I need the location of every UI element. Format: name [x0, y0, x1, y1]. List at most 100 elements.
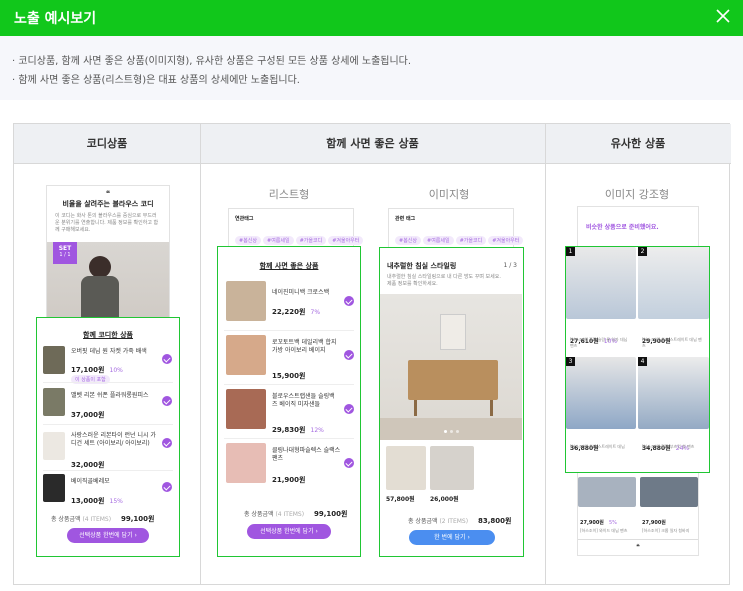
- item-price: 37,000원: [71, 411, 105, 419]
- image-panel-description: 내추럴한 침실 스타일링으로 내 다른 방도 꾸며 보세요. 제품 정보를 확인…: [387, 274, 501, 287]
- list-item[interactable]: 1 27,610원 10% [하스조이] 쪼쪼 슬림 롱 일자 데님 팬츠: [566, 247, 637, 357]
- list-item[interactable]: 3 36,880원 [하스조이] 하이 스트레이트 데님: [566, 357, 637, 472]
- column-divider: [545, 124, 546, 584]
- list-item[interactable]: 2 29,900원 [하스조이] 하스 스트레이트 데님 팬츠: [638, 247, 709, 357]
- codi-items-panel: 함께 코디한 상품 오버핏 데님 원 자켓 가죽 배색 17,100원 10% …: [36, 317, 180, 557]
- hashtag[interactable]: #가을코디: [295, 236, 327, 245]
- column-header-codi: 코디상품: [14, 124, 200, 164]
- product-thumbnail[interactable]: [430, 446, 474, 490]
- item-price: 32,000원: [71, 461, 105, 469]
- list-item[interactable]: 클링나대형파슬렉스 슬랙스 팬츠 21,900원: [226, 443, 356, 487]
- add-all-button[interactable]: 선택상품 한번에 담기 ›: [247, 524, 331, 539]
- check-icon[interactable]: [344, 458, 354, 468]
- item-price: 21,900원: [272, 476, 306, 484]
- product-thumbnail: [566, 247, 636, 319]
- list-item[interactable]: 로꼬토트백 데일리백 합지가방 아이보리 베이지 15,900원: [226, 335, 356, 380]
- item-discount: 15%: [109, 498, 123, 505]
- item-description: [하스조이] 쪼쪼 슬림 롱 일자 데님 팬츠: [570, 337, 628, 348]
- item-price: 26,000원: [430, 496, 459, 503]
- divider: [224, 384, 354, 385]
- tag-card: 관련 태그 #봄신상 #여름세일 #가을코디 #겨울아우터: [388, 208, 524, 248]
- modal-title: 노출 예시보기: [14, 11, 97, 27]
- list-item[interactable]: 네이진미니백 크로스백 22,220원 7%: [226, 281, 356, 325]
- product-thumbnail: [566, 357, 636, 429]
- subtitle-similar-type: 이미지 강조형: [604, 188, 670, 201]
- product-thumbnail[interactable]: [578, 477, 636, 507]
- product-thumbnail: [226, 443, 266, 483]
- similar-extra-row: [578, 477, 698, 507]
- list-item[interactable]: 밸벳 리본 쉬폰 플라워롱원피스 37,000원: [43, 388, 173, 424]
- tag-card-title: 관련 태그: [395, 216, 416, 222]
- total-row: 총 상품금액 (4 ITEMS) 99,100원: [244, 509, 347, 519]
- add-all-button[interactable]: 한 번에 담기 ›: [409, 530, 495, 545]
- item-price: 27,900원: [580, 520, 604, 526]
- check-icon[interactable]: [344, 350, 354, 360]
- total-price: 83,800원: [477, 517, 512, 525]
- similar-grid-panel: 1 27,610원 10% [하스조이] 쪼쪼 슬림 롱 일자 데님 팬츠 2 …: [565, 246, 710, 473]
- similar-heading: 비슷한 상품으로 준비했어요.: [586, 224, 659, 231]
- item-description: [하스조이] 크롭 일자 청바지: [642, 528, 690, 533]
- list-item[interactable]: 사랑스러운 리본타이 런넌 니시 가디건 세트 (아이보리/ 아이보리) 32,…: [43, 430, 173, 469]
- item-price: 29,830원: [272, 426, 306, 434]
- item-description: [하스조이] 와이드 데님 팬츠: [580, 528, 628, 533]
- product-thumbnail: [43, 474, 65, 502]
- modal-header: 노출 예시보기: [0, 0, 743, 36]
- item-price: 15,900원: [272, 372, 306, 380]
- check-icon[interactable]: [162, 482, 172, 492]
- hashtag[interactable]: #여름세일: [423, 236, 454, 245]
- preview-table: 코디상품 함께 사면 좋은 상품 유사한 상품 ❝ 비율을 살려주는 블라우스 …: [13, 123, 731, 585]
- tag-list: #봄신상 #여름세일 #가을코디 #겨울아우터: [395, 227, 524, 246]
- product-thumbnail[interactable]: [386, 446, 426, 490]
- check-icon[interactable]: [344, 404, 354, 414]
- list-item[interactable]: 27,900원 5% [하스조이] 와이드 데님 팬츠: [580, 509, 638, 534]
- product-thumbnail[interactable]: [640, 477, 698, 507]
- codi-detail-card: ❝ 비율을 살려주는 블라우스 코디 이 코디는 화사 톤의 블라우스를 중심으…: [46, 185, 170, 325]
- check-icon[interactable]: [344, 296, 354, 306]
- column-header-together: 함께 사면 좋은 상품: [200, 124, 545, 164]
- hashtag[interactable]: #여름세일: [263, 236, 294, 245]
- item-discount: 5%: [609, 520, 617, 526]
- check-icon[interactable]: [162, 438, 172, 448]
- product-thumbnail: [43, 388, 65, 416]
- total-row: 총 상품금액 (2 ITEMS) 83,800원: [408, 516, 511, 526]
- item-price: 13,000원: [71, 497, 105, 505]
- add-all-button[interactable]: 선택상품 한번에 담기 ›: [67, 528, 149, 543]
- total-label: 총 상품금액: [51, 516, 81, 523]
- total-row: 총 상품금액 (4 ITEMS) 99,100원: [51, 514, 154, 524]
- rank-badge: 4: [638, 357, 647, 366]
- product-thumbnail: [226, 389, 266, 429]
- divider: [43, 382, 173, 383]
- hashtag[interactable]: #봄신상: [235, 236, 261, 245]
- rank-badge: 2: [638, 247, 647, 256]
- item-name: 사랑스러운 리본타이 런넌 니시 가디건 세트 (아이보리/ 아이보리): [71, 432, 156, 447]
- item-name: 클링나대형파슬렉스 슬랙스 팬츠: [272, 447, 341, 462]
- product-thumbnail: [226, 281, 266, 321]
- item-name: 네이진미니백 크로스백: [272, 289, 330, 296]
- tag-card-title: 연관태그: [235, 216, 254, 222]
- divider: [43, 470, 173, 471]
- list-item[interactable]: 베이직골베레모 13,000원 15%: [43, 474, 173, 510]
- notice-line: · 코디상품, 함께 사면 좋은 상품(이미지형), 유사한 상품은 구성된 모…: [12, 56, 412, 67]
- column-header-similar: 유사한 상품: [545, 124, 731, 164]
- total-price: 99,100원: [120, 515, 155, 523]
- carousel-dots[interactable]: [444, 430, 464, 434]
- check-icon[interactable]: [162, 354, 172, 364]
- column-divider: [200, 124, 201, 584]
- floor-shape: [380, 418, 522, 440]
- hashtag[interactable]: #봄신상: [395, 236, 421, 245]
- list-item[interactable]: 오버핏 데님 원 자켓 가죽 배색 17,100원 10% 이 상품이 포함: [43, 346, 173, 384]
- wall-frame-shape: [440, 314, 466, 350]
- list-item[interactable]: 4 34,880원 24% [하스조이] 웜핏 부츠컷 청 팬츠: [638, 357, 709, 472]
- codi-heading: 비율을 살려주는 블라우스 코디: [62, 200, 154, 208]
- list-item[interactable]: 블로우스트랩샌들 슬링백 즈 베이직 미자샌들 29,830원 12%: [226, 389, 356, 434]
- item-name: 로꼬토트백 데일리백 합지가방 아이보리 베이지: [272, 339, 337, 354]
- close-icon[interactable]: [715, 8, 731, 24]
- hashtag[interactable]: #가을코디: [455, 236, 487, 245]
- hashtag[interactable]: #겨울아우터: [488, 236, 524, 245]
- divider: [578, 539, 698, 540]
- item-name: 밸벳 리본 쉬폰 플라워롱원피스: [71, 392, 149, 399]
- hashtag[interactable]: #겨울아우터: [328, 236, 364, 245]
- list-item[interactable]: 27,900원 [하스조이] 크롭 일자 청바지: [642, 509, 700, 534]
- rank-badge: 3: [566, 357, 575, 366]
- check-icon[interactable]: [162, 396, 172, 406]
